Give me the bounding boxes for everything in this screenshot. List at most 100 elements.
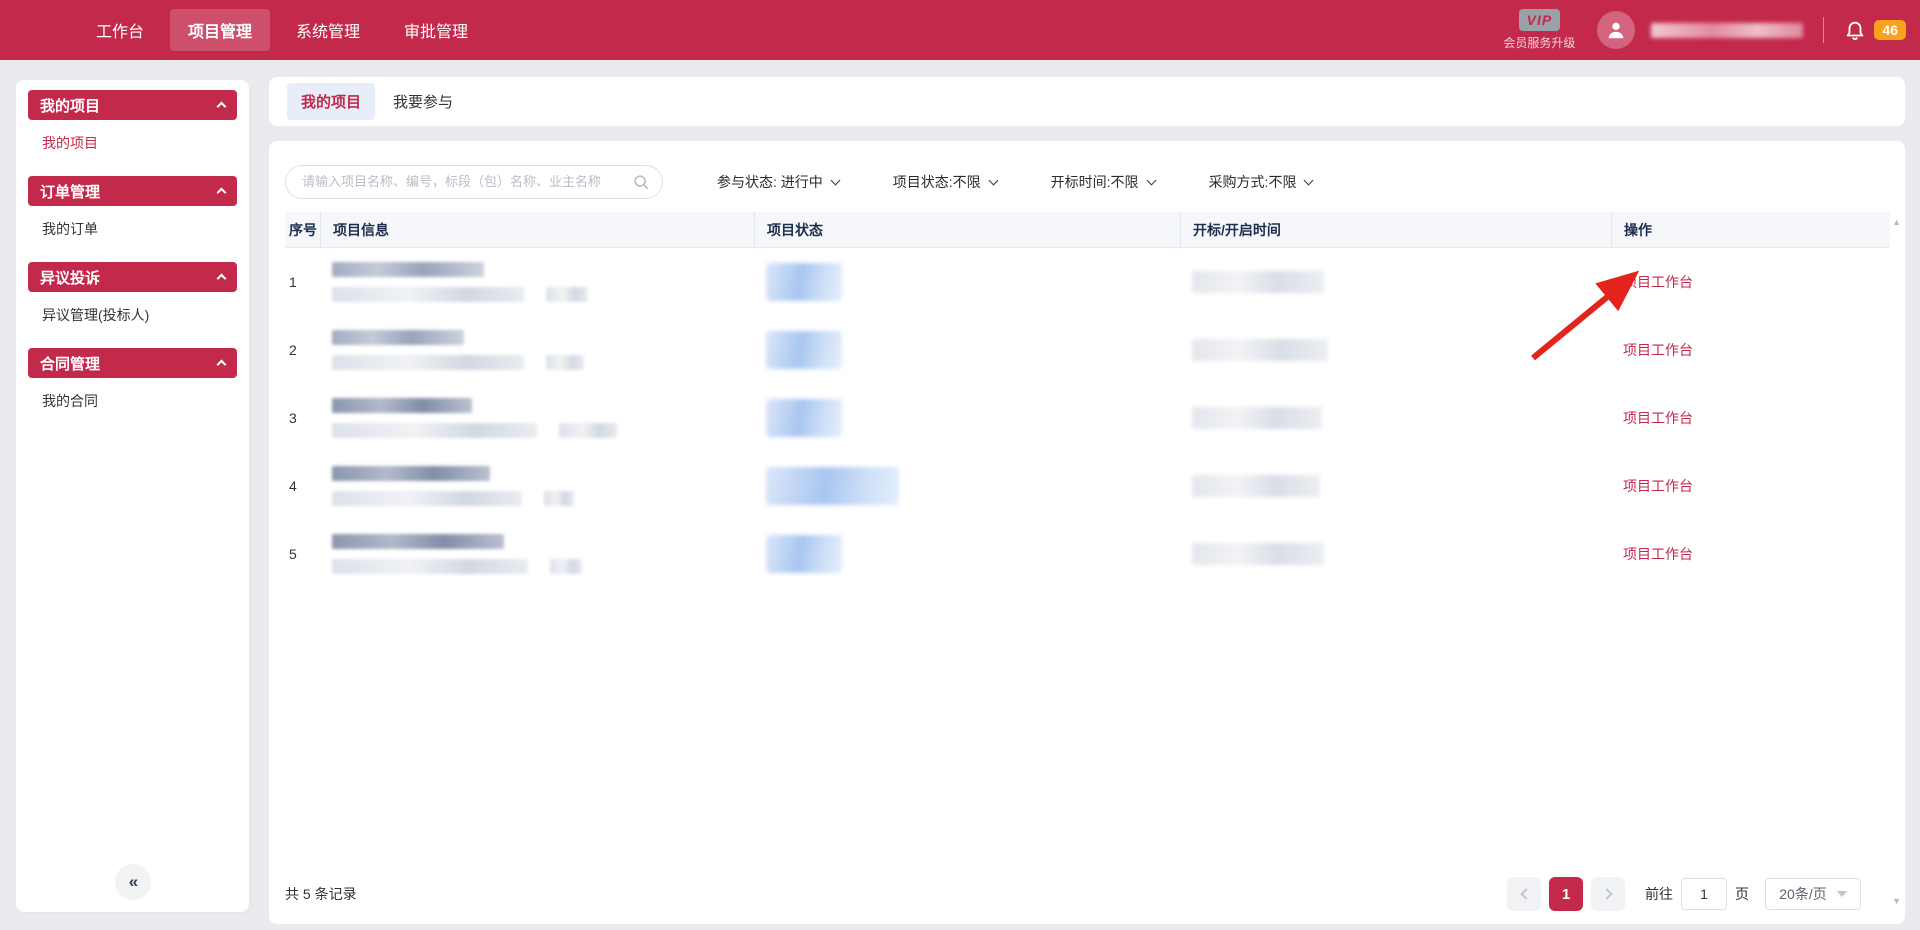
project-workbench-link[interactable]: 项目工作台 (1623, 408, 1693, 428)
table-row: 2 项目工作台 (285, 316, 1890, 384)
redacted-text (332, 559, 528, 574)
chevron-up-icon (217, 102, 227, 112)
scroll-up-icon[interactable]: ▲ (1892, 217, 1901, 227)
next-page-button[interactable] (1591, 877, 1625, 911)
open-time-cell (1180, 520, 1611, 588)
notification-area[interactable]: 46 (1844, 18, 1906, 42)
sidebar-item-my-projects[interactable]: 我的项目 (16, 120, 249, 166)
collapse-icon: « (129, 872, 136, 892)
redacted-text (546, 287, 588, 302)
search-box[interactable] (285, 165, 663, 199)
nav-item-workbench[interactable]: 工作台 (78, 9, 162, 51)
column-header-project-info: 项目信息 (320, 212, 754, 247)
chevron-down-icon (830, 175, 840, 185)
filter-bid-open-time[interactable]: 开标时间:不限 (1051, 172, 1155, 192)
project-status-cell (754, 384, 1180, 452)
vip-upgrade[interactable]: VIP 会员服务升级 (1503, 9, 1575, 51)
status-badge-redacted (766, 331, 842, 369)
tab-my-projects[interactable]: 我的项目 (287, 83, 375, 120)
sidebar-item-my-orders[interactable]: 我的订单 (16, 206, 249, 252)
project-workbench-link[interactable]: 项目工作台 (1623, 544, 1693, 564)
actions-cell: 项目工作台 (1611, 248, 1890, 316)
sidebar: 我的项目 我的项目 订单管理 我的订单 异议投诉 异议管理(投标人) 合同管理 … (16, 80, 249, 912)
actions-cell: 项目工作台 (1611, 316, 1890, 384)
table-row: 4 项目工作台 (285, 452, 1890, 520)
tab-bar: 我的项目 我要参与 (269, 77, 1905, 126)
goto-page-input[interactable] (1681, 878, 1727, 910)
vip-icon: VIP (1519, 9, 1561, 31)
filter-procurement-method[interactable]: 采购方式:不限 (1209, 172, 1313, 192)
project-workbench-link[interactable]: 项目工作台 (1623, 272, 1693, 292)
status-badge-redacted (766, 535, 842, 573)
search-icon[interactable] (632, 173, 650, 191)
page-number-button[interactable]: 1 (1549, 877, 1583, 911)
vip-upgrade-label: 会员服务升级 (1503, 34, 1575, 51)
project-workbench-link[interactable]: 项目工作台 (1623, 476, 1693, 496)
row-index: 2 (285, 316, 320, 384)
filter-label: 项目状态:不限 (893, 172, 981, 192)
redacted-text (550, 559, 582, 574)
sidebar-section-title: 我的项目 (40, 95, 100, 116)
sidebar-section-my-projects[interactable]: 我的项目 (28, 90, 237, 120)
total-records: 共 5 条记录 (285, 884, 357, 904)
redacted-time (1192, 543, 1324, 565)
column-header-open-time: 开标/开启时间 (1180, 212, 1611, 247)
status-badge-redacted (766, 263, 842, 301)
redacted-time (1192, 271, 1324, 293)
chevron-down-icon (1304, 175, 1314, 185)
redacted-text (332, 355, 524, 370)
filter-label: 开标时间:不限 (1051, 172, 1139, 192)
sidebar-item-my-contracts[interactable]: 我的合同 (16, 378, 249, 424)
sidebar-collapse-button[interactable]: « (115, 864, 151, 900)
sidebar-section-title: 合同管理 (40, 353, 100, 374)
redacted-time (1192, 339, 1328, 361)
status-badge-redacted (766, 467, 899, 505)
prev-page-button[interactable] (1507, 877, 1541, 911)
filter-label: 采购方式:不限 (1209, 172, 1297, 192)
page-size-select[interactable]: 20条/页 (1765, 878, 1861, 910)
column-header-actions: 操作 (1611, 212, 1890, 247)
caret-down-icon (1837, 891, 1847, 897)
tab-want-to-participate[interactable]: 我要参与 (393, 91, 453, 112)
nav-item-project-management[interactable]: 项目管理 (170, 9, 270, 51)
open-time-cell (1180, 384, 1611, 452)
sidebar-section-objection-complaint[interactable]: 异议投诉 (28, 262, 237, 292)
filter-label: 参与状态: 进行中 (717, 172, 823, 192)
project-info-redacted (320, 248, 754, 316)
page-size-value: 20条/页 (1779, 884, 1826, 904)
redacted-text (559, 423, 617, 438)
project-info-redacted (320, 316, 754, 384)
project-status-cell (754, 452, 1180, 520)
table-row: 3 项目工作台 (285, 384, 1890, 452)
nav-item-approval-management[interactable]: 审批管理 (386, 9, 486, 51)
sidebar-item-objection-management[interactable]: 异议管理(投标人) (16, 292, 249, 338)
search-input[interactable] (302, 174, 632, 189)
redacted-time (1192, 407, 1322, 429)
row-index: 4 (285, 452, 320, 520)
column-header-index: 序号 (285, 212, 320, 247)
nav-item-system-management[interactable]: 系统管理 (278, 9, 378, 51)
filter-row: 参与状态: 进行中 项目状态:不限 开标时间:不限 采购方式:不限 (269, 141, 1905, 204)
notification-count-badge: 46 (1874, 20, 1906, 40)
sidebar-section-title: 订单管理 (40, 181, 100, 202)
chevron-left-icon (1520, 888, 1531, 899)
person-icon (1605, 19, 1627, 41)
main-content-card: 参与状态: 进行中 项目状态:不限 开标时间:不限 采购方式:不限 序号 项目信… (269, 141, 1905, 924)
sidebar-section-contract-management[interactable]: 合同管理 (28, 348, 237, 378)
sidebar-section-order-management[interactable]: 订单管理 (28, 176, 237, 206)
redacted-time (1192, 475, 1320, 497)
row-index: 1 (285, 248, 320, 316)
table-row: 5 项目工作台 (285, 520, 1890, 588)
redacted-text (332, 491, 522, 506)
redacted-text (544, 491, 574, 506)
filter-project-status[interactable]: 项目状态:不限 (893, 172, 997, 192)
filter-participate-status[interactable]: 参与状态: 进行中 (717, 172, 839, 192)
chevron-up-icon (217, 188, 227, 198)
chevron-down-icon (988, 175, 998, 185)
chevron-down-icon (1146, 175, 1156, 185)
actions-cell: 项目工作台 (1611, 452, 1890, 520)
project-status-cell (754, 248, 1180, 316)
redacted-text (332, 534, 504, 549)
project-workbench-link[interactable]: 项目工作台 (1623, 340, 1693, 360)
user-avatar[interactable] (1597, 11, 1635, 49)
